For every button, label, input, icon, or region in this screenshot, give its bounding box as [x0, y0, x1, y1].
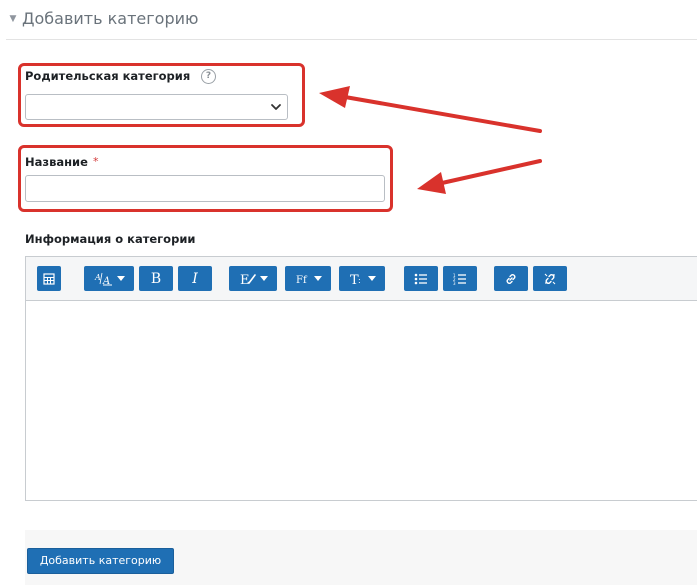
- arrow-to-parent-select: [319, 86, 542, 133]
- editor-toolbar: A A B I E Ff T: 1 2 3: [26, 257, 697, 301]
- style-brush-icon[interactable]: E: [229, 266, 277, 291]
- category-description-label: Информация о категории: [25, 232, 196, 246]
- required-icon: *: [93, 155, 99, 168]
- numbered-list-icon[interactable]: 1 2 3: [443, 266, 477, 291]
- section-title: Добавить категорию: [22, 9, 199, 28]
- parent-category-select[interactable]: [25, 94, 288, 120]
- svg-text:Ff: Ff: [296, 275, 308, 286]
- svg-text:3: 3: [453, 281, 456, 285]
- text-format-icon[interactable]: T :: [339, 266, 385, 291]
- category-name-input[interactable]: [25, 175, 385, 202]
- svg-text::: :: [358, 276, 361, 285]
- bullet-list-icon[interactable]: [404, 266, 438, 291]
- font-size-icon[interactable]: A A: [84, 266, 134, 291]
- editor-content-area[interactable]: [26, 301, 697, 500]
- link-icon[interactable]: [494, 266, 528, 291]
- italic-icon[interactable]: I: [178, 266, 212, 291]
- svg-text:A: A: [94, 273, 101, 282]
- category-name-label: Название: [25, 155, 88, 169]
- font-family-icon[interactable]: Ff: [285, 266, 331, 291]
- section-header[interactable]: ▼ Добавить категорию: [6, 8, 697, 40]
- add-category-button[interactable]: Добавить категорию: [27, 548, 174, 574]
- unlink-icon[interactable]: [533, 266, 567, 291]
- parent-category-label: Родительская категория: [25, 69, 191, 83]
- arrow-to-name-input: [417, 159, 542, 194]
- category-description-editor[interactable]: A A B I E Ff T: 1 2 3: [25, 256, 697, 501]
- toolbar-toggle-icon[interactable]: [37, 266, 61, 291]
- svg-text:E: E: [240, 273, 250, 286]
- help-icon[interactable]: ?: [201, 69, 216, 84]
- collapse-triangle-icon[interactable]: ▼: [6, 9, 20, 29]
- chevron-down-icon: [271, 104, 281, 110]
- bold-icon[interactable]: B: [139, 266, 173, 291]
